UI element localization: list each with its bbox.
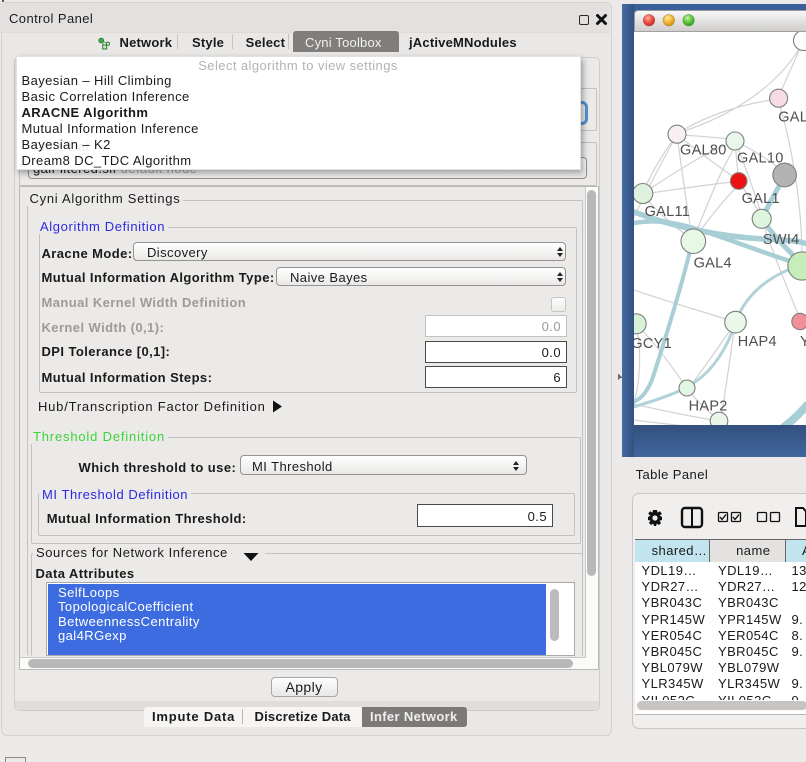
svg-text:HAP2: HAP2 bbox=[689, 398, 728, 414]
svg-text:GAL1: GAL1 bbox=[742, 191, 780, 207]
svg-text:GAL80: GAL80 bbox=[680, 142, 727, 158]
svg-text:GAL4: GAL4 bbox=[694, 255, 732, 271]
svg-text:GAL10: GAL10 bbox=[737, 150, 784, 166]
svg-text:GAL11: GAL11 bbox=[645, 204, 691, 220]
svg-text:Y: Y bbox=[800, 334, 806, 350]
svg-text:SWI4: SWI4 bbox=[763, 232, 800, 248]
svg-text:GCY1: GCY1 bbox=[634, 335, 672, 351]
svg-text:GAL2: GAL2 bbox=[778, 109, 806, 125]
svg-text:HAP4: HAP4 bbox=[738, 334, 777, 350]
